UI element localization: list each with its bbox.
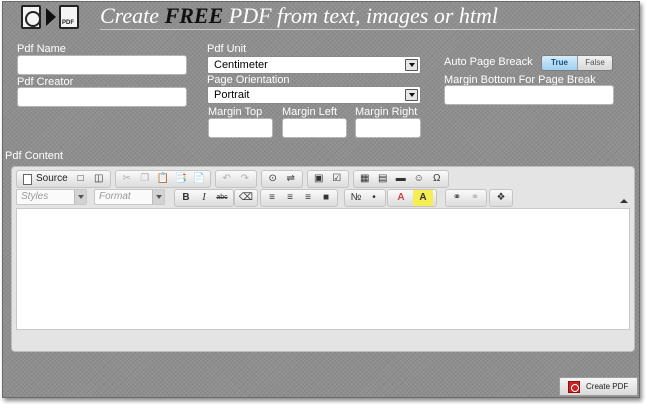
toolbar-group-find: ⊙ ⇌: [260, 170, 303, 188]
eraser-icon[interactable]: ⌫: [238, 190, 254, 206]
new-page-icon[interactable]: □: [73, 171, 89, 187]
toolbar-group-colors: A A: [387, 189, 437, 207]
styles-placeholder: Styles: [21, 191, 49, 202]
auto-page-break-true-button[interactable]: True: [542, 56, 577, 70]
toolbar-group-maximize: ❖: [489, 189, 513, 207]
format-combo[interactable]: Format: [94, 189, 165, 205]
italic-button[interactable]: I: [196, 190, 212, 206]
pdf-name-label: Pdf Name: [17, 43, 66, 55]
create-pdf-label: Create PDF: [586, 382, 629, 391]
pdf-document-icon: [59, 5, 79, 29]
chevron-down-icon: [405, 59, 418, 71]
title-divider: [100, 29, 635, 30]
redo-icon[interactable]: ↷: [237, 171, 253, 187]
horizontal-line-icon[interactable]: ▬: [393, 171, 409, 187]
pdf-content-label: Pdf Content: [5, 150, 64, 162]
pdf-unit-select[interactable]: Centimeter: [207, 56, 421, 74]
toolbar-group-remove-format: ⌫: [234, 189, 258, 207]
styles-combo[interactable]: Styles: [16, 189, 87, 205]
bulleted-list-icon[interactable]: •: [366, 190, 382, 206]
margin-bottom-input[interactable]: [444, 85, 614, 105]
html-globe-icon: [21, 5, 41, 29]
source-icon: [23, 173, 32, 185]
title-suffix: PDF from text, images or html: [223, 3, 499, 28]
pdf-icon: [568, 380, 580, 393]
header-icons: [21, 4, 82, 30]
bold-button[interactable]: B: [178, 190, 194, 206]
numbered-list-icon[interactable]: №: [348, 190, 364, 206]
image-icon[interactable]: ▦: [357, 171, 373, 187]
align-left-icon[interactable]: ≡: [264, 190, 280, 206]
toolbar-group-clipboard: ✂ ❐ 📋 📑 📄: [114, 170, 211, 188]
pdf-name-input[interactable]: [17, 55, 187, 75]
auto-page-break-label: Auto Page Breack: [444, 56, 533, 68]
toolbar-group-insert: ▦ ▤ ▬ ☺ Ω: [352, 170, 449, 188]
toolbar-group-select: ▣ ☑: [306, 170, 349, 188]
auto-page-break-toggle: True False: [541, 55, 613, 71]
editor-content-area[interactable]: [16, 208, 630, 330]
align-center-icon[interactable]: ≡: [282, 190, 298, 206]
toolbar-group-undo: ↶ ↷: [214, 170, 257, 188]
editor-toolbar-row-1: Source □ ◫ ✂ ❐ 📋 📑 📄 ↶ ↷ ⊙ ⇌ ▣ ☑ ▦ ▤ ▬ ☺…: [16, 170, 453, 188]
paste-text-icon[interactable]: 📑: [173, 171, 189, 187]
toolbar-group-lists: № •: [344, 189, 386, 207]
margin-top-label: Margin Top: [208, 106, 263, 118]
replace-icon[interactable]: ⇌: [283, 171, 299, 187]
table-icon[interactable]: ▤: [375, 171, 391, 187]
collapse-toolbar-icon[interactable]: [620, 197, 628, 203]
title-prefix: Create: [100, 3, 165, 28]
title-emphasis: FREE: [164, 3, 224, 28]
paste-word-icon[interactable]: 📄: [191, 171, 207, 187]
source-button[interactable]: Source: [20, 171, 71, 187]
page-orientation-select[interactable]: Portrait: [207, 86, 421, 104]
toolbar-group-document: Source □ ◫: [16, 170, 111, 188]
margin-left-label: Margin Left: [282, 106, 338, 118]
page-orientation-label: Page Orientation: [207, 74, 290, 86]
margin-right-input[interactable]: [355, 118, 421, 138]
pdf-unit-label: Pdf Unit: [207, 43, 247, 55]
source-label: Source: [36, 173, 68, 184]
chevron-down-icon: [152, 190, 164, 204]
format-placeholder: Format: [99, 191, 131, 202]
undo-icon[interactable]: ↶: [219, 171, 235, 187]
preview-icon[interactable]: ◫: [91, 171, 107, 187]
app-frame: Create FREE PDF from text, images or htm…: [2, 1, 640, 398]
spellcheck-icon[interactable]: ☑: [329, 171, 345, 187]
select-all-icon[interactable]: ▣: [311, 171, 327, 187]
rich-text-editor: Source □ ◫ ✂ ❐ 📋 📑 📄 ↶ ↷ ⊙ ⇌ ▣ ☑ ▦ ▤ ▬ ☺…: [11, 166, 635, 352]
paste-icon[interactable]: 📋: [155, 171, 171, 187]
special-char-icon[interactable]: Ω: [429, 171, 445, 187]
font-color-button[interactable]: A: [391, 190, 411, 206]
create-pdf-button[interactable]: Create PDF: [559, 377, 638, 396]
link-icon[interactable]: ⚭: [449, 190, 465, 206]
chevron-down-icon: [74, 190, 86, 204]
toolbar-group-basic-style: B I abc: [174, 189, 234, 207]
arrow-right-icon: [46, 8, 56, 26]
cut-icon[interactable]: ✂: [119, 171, 135, 187]
margin-right-label: Margin Right: [355, 106, 418, 118]
pdf-unit-value: Centimeter: [214, 59, 268, 71]
background-color-button[interactable]: A: [413, 190, 433, 206]
find-icon[interactable]: ⊙: [265, 171, 281, 187]
page-orientation-value: Portrait: [214, 89, 250, 101]
margin-top-input[interactable]: [208, 118, 273, 138]
unlink-icon[interactable]: ⚭: [467, 190, 483, 206]
align-justify-icon[interactable]: ■: [318, 190, 334, 206]
strike-button[interactable]: abc: [214, 190, 230, 206]
align-right-icon[interactable]: ≡: [300, 190, 316, 206]
pdf-creator-input[interactable]: [17, 87, 187, 107]
smiley-icon[interactable]: ☺: [411, 171, 427, 187]
page-title: Create FREE PDF from text, images or htm…: [100, 3, 498, 29]
margin-left-input[interactable]: [282, 118, 347, 138]
copy-icon[interactable]: ❐: [137, 171, 153, 187]
maximize-icon[interactable]: ❖: [493, 190, 509, 206]
auto-page-break-false-button[interactable]: False: [577, 56, 612, 70]
editor-toolbar-row-2: Styles Format B I abc ⌫ ≡ ≡ ≡ ■ № • A A …: [16, 189, 630, 207]
toolbar-group-links: ⚭ ⚭: [445, 189, 487, 207]
chevron-down-icon: [405, 89, 418, 101]
toolbar-group-align: ≡ ≡ ≡ ■: [260, 189, 338, 207]
